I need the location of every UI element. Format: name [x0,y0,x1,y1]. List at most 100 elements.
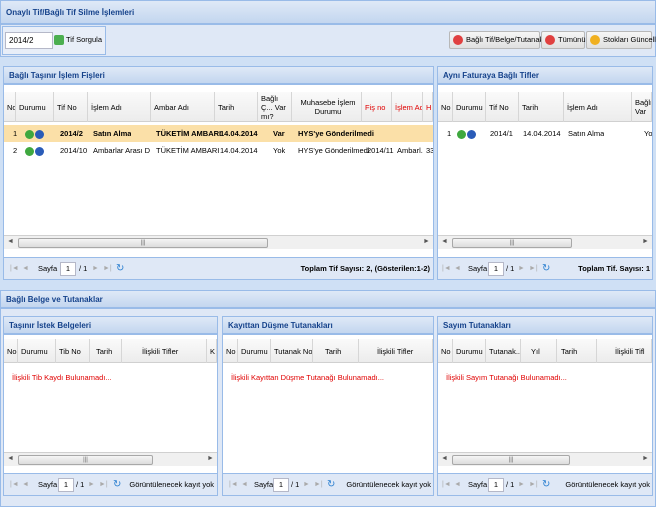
horizontal-scrollbar[interactable]: ◄ ||| ► [4,452,217,466]
last-page-icon[interactable]: ►| [529,258,538,280]
row-date: 14.04.2014 [220,146,258,155]
col-k[interactable]: K [207,339,217,363]
horizontal-scrollbar[interactable]: ◄ ||| ► [438,235,652,249]
col-status[interactable]: Durumu [16,92,54,122]
page-input[interactable]: 1 [273,478,289,492]
col-linked[interactable]: Bağlı Ç... Var mı? [258,92,292,122]
next-page-icon[interactable]: ► [518,474,525,496]
first-page-icon[interactable]: |◄ [10,258,19,280]
empty-message: İlişkili Sayım Tutanağı Bulunamadı... [446,373,567,382]
scroll-right-icon[interactable]: ► [423,238,430,245]
row-accounting: HYS'ye Gönderilmedi [298,129,374,138]
col-linked-tifs[interactable]: İlişkili Tifler [122,339,207,363]
scroll-thumb[interactable]: ||| [18,455,153,465]
col-h[interactable]: H... [423,92,433,122]
page-input[interactable]: 1 [60,262,76,276]
table-row[interactable]: 1 2014/1 14.04.2014 Satın Alma Yo [438,125,652,142]
delete-linked-button[interactable]: Bağlı Tif/Belge/Tutanak Sil [449,31,554,49]
update-stocks-button[interactable]: Stokları Güncelle [586,31,656,49]
col-date[interactable]: Tarih [557,339,597,363]
col-no[interactable]: No [4,339,18,363]
last-page-icon[interactable]: ►| [314,474,323,496]
horizontal-scrollbar[interactable] [223,452,433,466]
prev-page-icon[interactable]: ◄ [22,258,29,280]
scroll-right-icon[interactable]: ► [642,238,649,245]
col-linked-tifs[interactable]: İlişkili Tifler [359,339,433,363]
col-date[interactable]: Tarih [313,339,359,363]
last-page-icon[interactable]: ►| [103,258,112,280]
col-report-no[interactable]: Tutanak... [486,339,521,363]
count-grid-header: No Durumu Tutanak... Yıl Tarih İlişkili … [438,339,652,363]
col-date[interactable]: Tarih [519,92,564,122]
col-status[interactable]: Durumu [18,339,56,363]
scroll-right-icon[interactable]: ► [207,455,214,462]
scroll-left-icon[interactable]: ◄ [441,238,448,245]
page-input[interactable]: 1 [488,478,504,492]
scroll-left-icon[interactable]: ◄ [441,455,448,462]
col-linked-tifs[interactable]: İlişkili Tifl [597,339,652,363]
prev-page-icon[interactable]: ◄ [454,474,461,496]
col-operation[interactable]: İşlem Adı [564,92,632,122]
info-icon[interactable] [467,129,476,139]
first-page-icon[interactable]: |◄ [442,474,451,496]
col-tif-no[interactable]: Tif No [54,92,88,122]
first-page-icon[interactable]: |◄ [229,474,238,496]
col-date[interactable]: Tarih [90,339,122,363]
scroll-left-icon[interactable]: ◄ [7,455,14,462]
first-page-icon[interactable]: |◄ [10,474,19,496]
count-grid: No Durumu Tutanak... Yıl Tarih İlişkili … [437,334,653,496]
col-tif-no[interactable]: Tif No [486,92,519,122]
page-input[interactable]: 1 [58,478,74,492]
col-status[interactable]: Durumu [453,339,486,363]
transfer-grid-header: No Durumu Tif No İşlem Adı Ambar Adı Tar… [4,92,433,122]
refresh-icon[interactable]: ↻ [542,258,550,280]
col-linked[interactable]: Bağlı Var [632,92,652,122]
next-page-icon[interactable]: ► [303,474,310,496]
col-year[interactable]: Yıl [521,339,557,363]
tif-query-button[interactable]: Tif Sorgula [54,32,105,50]
col-no[interactable]: No [4,92,16,122]
refresh-icon[interactable]: ↻ [116,258,124,280]
col-warehouse[interactable]: Ambar Adı [151,92,215,122]
refresh-icon[interactable]: ↻ [113,474,121,496]
last-page-icon[interactable]: ►| [99,474,108,496]
col-operation[interactable]: İşlem Adı [88,92,151,122]
col-slip-no[interactable]: Fiş no [362,92,392,122]
col-no[interactable]: No [438,339,453,363]
table-row[interactable]: 2 2014/10 Ambarlar Arası D... TÜKETİM AM… [4,142,433,159]
next-page-icon[interactable]: ► [88,474,95,496]
row-no: 2 [13,146,18,155]
horizontal-scrollbar[interactable]: ◄ ||| ► [4,235,433,249]
table-row[interactable]: 1 2014/2 Satın Alma TÜKETİM AMBARI 14.04… [4,125,433,142]
info-icon[interactable] [35,129,44,139]
col-accounting[interactable]: Muhasebe İşlem Durumu [292,92,362,122]
next-page-icon[interactable]: ► [518,258,525,280]
scroll-thumb[interactable]: ||| [452,238,572,248]
col-operation-2[interactable]: İşlem Adı [392,92,423,122]
horizontal-scrollbar[interactable]: ◄ ||| ► [438,452,652,466]
delete-all-button[interactable]: Tümünü Sil [541,31,596,49]
scroll-thumb[interactable]: ||| [452,455,570,465]
tif-number-input[interactable]: 2014/2 [5,32,53,49]
info-icon[interactable] [35,146,44,156]
prev-page-icon[interactable]: ◄ [241,474,248,496]
scroll-left-icon[interactable]: ◄ [7,238,14,245]
record-pager: |◄ ◄ Sayfa 1 / 1 ► ►| ↻ Görüntülenecek k… [223,473,433,495]
scroll-thumb[interactable]: ||| [18,238,268,248]
col-status[interactable]: Durumu [238,339,271,363]
prev-page-icon[interactable]: ◄ [454,258,461,280]
col-tib-no[interactable]: Tib No [56,339,90,363]
refresh-icon[interactable]: ↻ [542,474,550,496]
last-page-icon[interactable]: ►| [529,474,538,496]
col-date[interactable]: Tarih [215,92,258,122]
refresh-icon[interactable]: ↻ [327,474,335,496]
prev-page-icon[interactable]: ◄ [22,474,29,496]
col-report-no[interactable]: Tutanak No [271,339,313,363]
page-input[interactable]: 1 [488,262,504,276]
next-page-icon[interactable]: ► [92,258,99,280]
col-status[interactable]: Durumu [453,92,486,122]
col-no[interactable]: No [223,339,238,363]
scroll-right-icon[interactable]: ► [642,455,649,462]
col-no[interactable]: No [438,92,453,122]
first-page-icon[interactable]: |◄ [442,258,451,280]
